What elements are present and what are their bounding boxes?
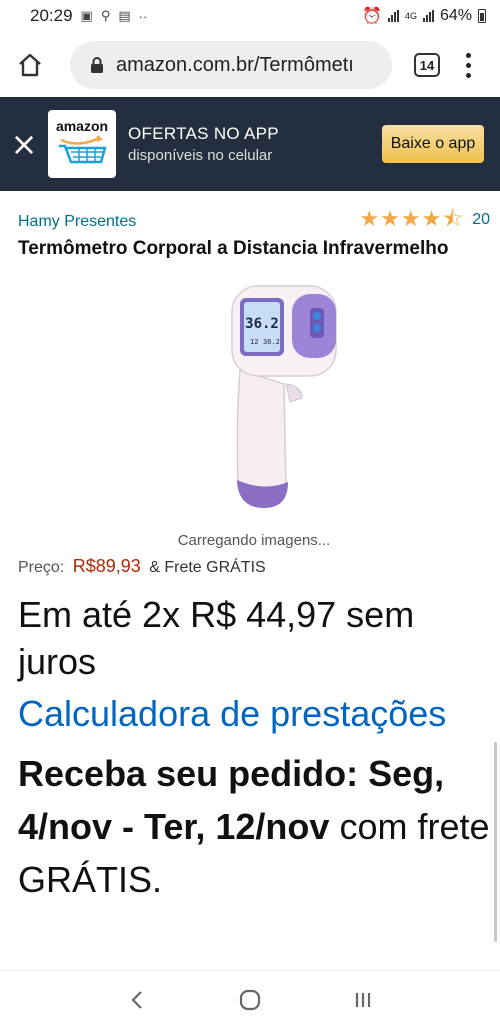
back-button[interactable] [117, 980, 157, 1020]
device-display-sub-left: 12 [250, 338, 258, 346]
price-label: Preço: [18, 559, 65, 576]
product-title: Termômetro Corporal a Distancia Infraver… [18, 238, 449, 259]
star-full-icon: ★ [380, 207, 400, 232]
home-button[interactable] [12, 47, 48, 83]
signal-icon-2 [422, 10, 434, 22]
installments-text: Em até 2x R$ 44,97 sem juros [18, 594, 415, 682]
price-value: R$89,93 [72, 556, 141, 576]
signal-icon [387, 10, 399, 22]
cart-icon [59, 135, 107, 164]
close-icon[interactable]: × [10, 128, 38, 160]
image-loading-text: Carregando imagens... [177, 532, 331, 549]
browser-toolbar: amazon.com.br/Termômetı 14 [0, 34, 500, 96]
status-bar: 20:29 ▣ ⚲ ▤ ·· ⏰ 4G 64% [0, 0, 500, 32]
thermometer-image: 36.2 12 36.2 [231, 285, 337, 508]
app-banner: × amazon OFERTAS NO APP disponíveis no c… [0, 97, 500, 191]
more-menu-icon[interactable] [462, 52, 474, 78]
logo-word: amazon [55, 118, 109, 134]
android-nav-bar [0, 970, 500, 1028]
amazon-app-logo: amazon [48, 110, 116, 178]
device-display-main: 36.2 [245, 316, 279, 332]
network-type: 4G [404, 10, 417, 21]
home-nav-button[interactable] [230, 980, 270, 1020]
product-content: Hamy Presentes ★ ★ ★ ★ ⯪ 20 Termômetro C… [18, 191, 490, 906]
banner-subtitle: disponíveis no celular [128, 147, 273, 164]
more-notifications-icon: ·· [138, 8, 148, 24]
status-time: 20:29 [30, 6, 73, 25]
home-icon [19, 53, 41, 77]
scrollbar[interactable] [494, 742, 497, 942]
status-left: 20:29 ▣ ⚲ ▤ ·· [30, 6, 147, 26]
delivery-estimate: Receba seu pedido: Seg, 4/nov - Ter, 12/… [18, 747, 490, 906]
url-text: amazon.com.br/Termômetı [116, 53, 354, 76]
star-full-icon: ★ [421, 207, 442, 232]
tab-switcher-button[interactable]: 14 [414, 53, 440, 77]
installment-calculator-link[interactable]: Calculadora de prestações [18, 691, 490, 737]
alarm-icon: ⏰ [362, 8, 382, 25]
notification-icon: ▣ [80, 8, 93, 23]
device-display-sub-right: 36.2 [263, 338, 280, 346]
brand-link[interactable]: Hamy Presentes [18, 213, 136, 231]
lock-icon [90, 56, 104, 74]
recents-button[interactable] [343, 980, 383, 1020]
battery-percent: 64% [439, 7, 472, 24]
recents-icon [356, 992, 371, 1007]
status-right: ⏰ 4G 64% [362, 6, 486, 26]
url-field[interactable]: amazon.com.br/Termômetı [70, 41, 392, 89]
price-row: Preço: R$89,93 & Frete GRÁTIS [18, 556, 490, 577]
back-icon [131, 990, 142, 1009]
star-half-icon: ⯪ [442, 207, 464, 232]
shipping-text: & Frete GRÁTIS [149, 559, 266, 576]
battery-icon [478, 9, 486, 23]
rating[interactable]: ★ ★ ★ ★ ⯪ 20 [359, 209, 490, 231]
voicemail-icon: ▤ [118, 8, 131, 23]
banner-text: OFERTAS NO APP disponíveis no celular [128, 124, 382, 164]
usb-icon: ⚲ [100, 8, 111, 23]
home-circle-icon [239, 989, 261, 1010]
download-app-button[interactable]: Baixe o app [382, 125, 484, 163]
star-full-icon: ★ [400, 207, 421, 232]
product-image[interactable]: 36.2 12 36.2 Carregando imagens... [18, 274, 490, 549]
review-count[interactable]: 20 [472, 211, 490, 229]
banner-title: OFERTAS NO APP [128, 124, 279, 143]
star-full-icon: ★ [359, 207, 380, 232]
